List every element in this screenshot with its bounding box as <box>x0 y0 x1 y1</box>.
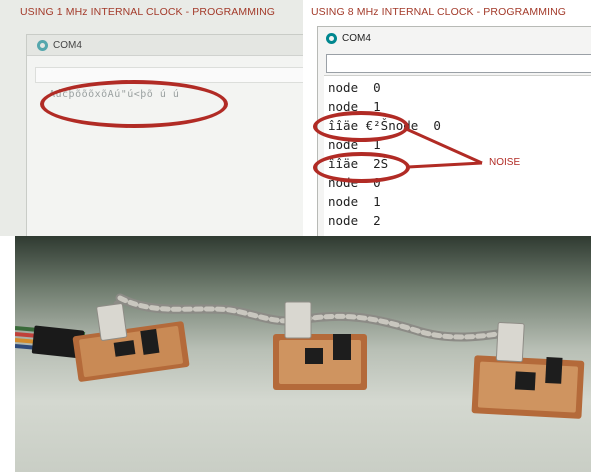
pcb-nodes-photo <box>15 236 591 472</box>
noise-pointer-lines <box>403 126 483 169</box>
noise-label: NOISE <box>489 157 521 168</box>
